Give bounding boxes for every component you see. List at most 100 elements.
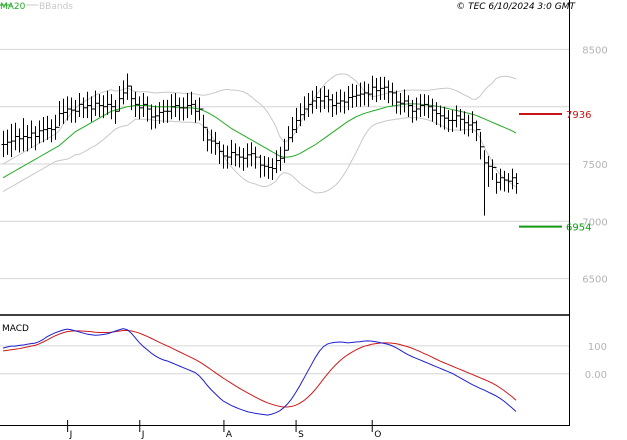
ohlc-bar [478,129,483,160]
ohlc-bar [165,99,170,123]
ohlc-bar [466,114,471,137]
ohlc-bar [69,97,74,123]
ohlc-bar [338,89,343,113]
ohlc-bar [217,141,222,164]
ohlc-bar [326,89,331,113]
ohlc-bar [414,97,419,121]
ohlc-bar [185,92,190,119]
ohlc-bar [77,92,82,118]
ohlc-bar [450,110,455,132]
ohlc-bar [374,78,379,103]
ohlc-bar [5,129,10,155]
ohlc-bar [41,117,46,143]
copyright-label: © TEC 6/10/2024 3:0 GMT [456,2,576,12]
price-levels: 79366954 [519,110,591,234]
ohlc-bar [402,89,407,113]
x-axis-ticks: JJASO [67,420,381,440]
macd-line [2,328,517,416]
price-gridlines [0,48,569,280]
ohlc-bar [502,170,507,192]
ohlc-bar [253,146,258,169]
ohlc-bar [133,91,138,118]
macd-y-tick-label: 0.00 [585,370,607,381]
ohlc-bar [249,142,254,167]
x-tick-label: O [374,430,381,440]
ohlc-bar [213,131,218,155]
ohlc-bar [49,119,54,143]
ohlc-bar [25,125,30,152]
ohlc-bar [229,139,234,166]
x-tick-label: J [141,430,145,440]
ohlc-bar [498,168,503,191]
macd-signal-line [2,330,517,408]
ohlc-bar [330,94,335,118]
price-y-tick-label: 8500 [582,45,607,56]
ohlc-bar [153,105,158,129]
ohlc-bar [354,84,359,107]
ohlc-bar [73,99,78,123]
ohlc-bar [278,146,283,171]
ohlc-bar [29,120,34,148]
macd-y-tick-label: 100 [588,342,607,353]
ohlc-bar [173,92,178,118]
x-tick-label: S [298,430,304,440]
ohlc-bar [270,158,275,181]
macd-lines [2,328,517,416]
ohlc-bar [350,83,355,108]
ohlc-bar [145,96,150,122]
ohlc-bar [490,159,495,181]
ohlc-bar [181,97,186,121]
ohlc-bar [125,73,130,100]
ohlc-bar [121,80,126,105]
bollinger-bands [2,73,517,194]
ohlc-bar [89,96,94,122]
ohlc-bar [258,154,263,178]
ohlc-bar [45,115,50,140]
ohlc-bar [342,91,347,114]
ma20-legend-label: MA20 [0,2,26,12]
bbands-upper-line [2,73,517,165]
price-y-tick-label: 6500 [582,275,607,286]
y-axis-ticks: 6500 7000 7500 8500 100 0.00 [582,45,607,380]
ohlc-bar [458,108,463,131]
ohlc-bar [161,99,166,123]
ohlc-bar [382,76,387,100]
ohlc-bar [514,173,519,194]
ohlc-bar [266,157,271,179]
ohlc-bar [362,81,367,106]
ohlc-bar [462,111,467,135]
ohlc-bar [454,105,459,128]
ohlc-bar [430,98,435,122]
macd-panel-title: MACD [2,324,29,334]
x-tick-label: A [226,430,233,440]
ohlc-bar [334,91,339,115]
ohlc-bar [322,86,327,109]
ohlc-bar [286,126,291,151]
ohlc-bar [225,145,230,169]
ohlc-bar [53,114,58,140]
ohlc-bar [97,94,102,118]
x-tick-label: J [69,430,73,440]
ohlc-bar [241,147,246,171]
ohlc-bar [378,76,383,100]
ohlc-bar [390,82,395,106]
ohlc-bar [105,90,110,115]
ohlc-bar [205,126,210,152]
ohlc-bar [482,146,487,216]
ohlc-bar [1,130,6,158]
ohlc-bar [358,82,363,107]
ohlc-bar [406,95,411,118]
ohlc-bar [13,122,18,151]
ohlc-bar [17,128,22,153]
ohlc-bar [81,97,86,119]
ohlc-bar [233,143,238,167]
ohlc-bar [398,92,403,115]
chart-svg: 79366954 J J A S O 6500 7000 7500 8500 100 0.00 M… [0,0,608,440]
resistance-label: 7936 [566,110,591,121]
price-y-tick-label: 7500 [582,160,607,171]
ohlc-bar [21,118,26,152]
ohlc-bar [57,100,62,128]
ohlc-bar [386,80,391,104]
ohlc-bar [310,90,315,114]
ohlc-bar [137,96,142,120]
